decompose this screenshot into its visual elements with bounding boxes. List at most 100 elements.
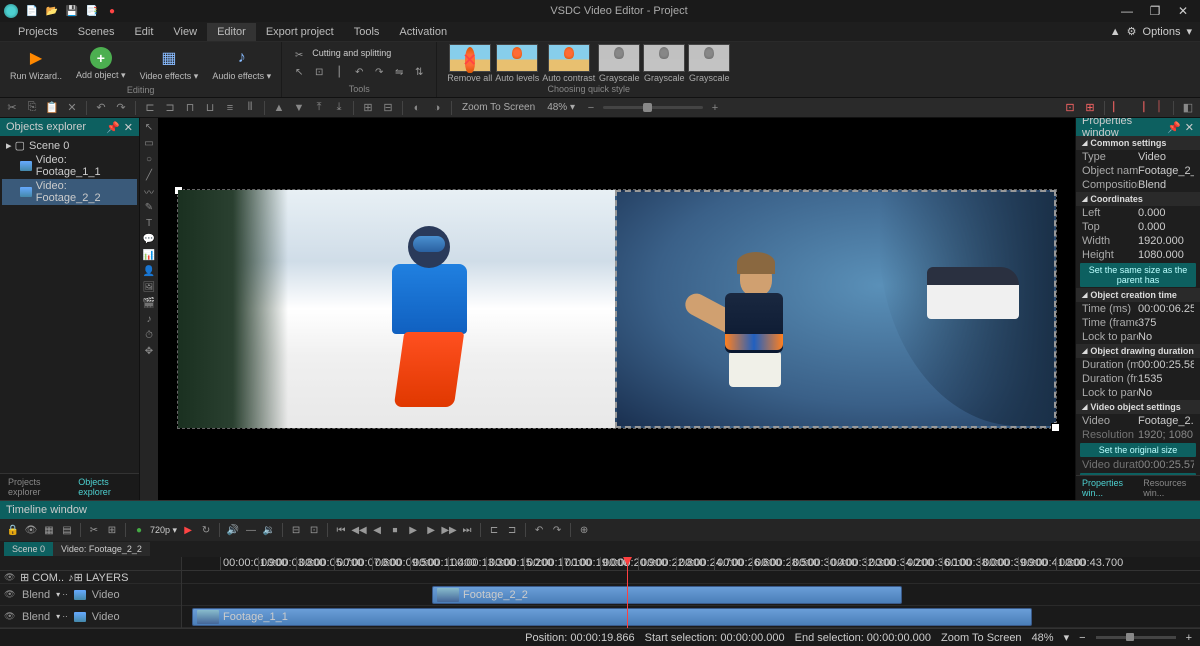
track-lane-1[interactable]: Footage_2_2 xyxy=(182,584,1200,606)
tb-redo[interactable]: ↷ xyxy=(113,100,129,116)
audio-effects-button[interactable]: ♪Audio effects ▾ xyxy=(208,44,275,84)
pin-icon[interactable]: 📌 xyxy=(1167,121,1181,134)
tb-delete[interactable]: ✕ xyxy=(64,100,80,116)
section-coords[interactable]: Coordinates xyxy=(1076,192,1200,206)
maximize-button[interactable]: ❐ xyxy=(1148,4,1162,18)
pin-icon[interactable]: 📌 xyxy=(106,121,120,134)
section-common[interactable]: Common settings xyxy=(1076,136,1200,150)
tab-objects-explorer[interactable]: Objects explorer xyxy=(70,474,139,500)
pv-image[interactable]: 🖼 xyxy=(142,280,156,294)
tb-order-2[interactable]: ▼ xyxy=(291,100,307,116)
menu-edit[interactable]: Edit xyxy=(124,23,163,41)
tab-projects-explorer[interactable]: Projects explorer xyxy=(0,474,70,500)
history-icon[interactable]: 📑 xyxy=(86,5,98,17)
tb-align-3[interactable]: ⊓ xyxy=(182,100,198,116)
tb-color[interactable]: ◧ xyxy=(1180,100,1196,116)
style-remove-all[interactable]: Remove all xyxy=(447,44,492,83)
timeline-tracks[interactable]: 00:00:01.90000:00:03.80000:00:05.70000:0… xyxy=(182,557,1200,628)
status-zoom-in[interactable]: + xyxy=(1186,632,1192,644)
track-header-1[interactable]: 👁 Blend ▾ ·· Video xyxy=(0,584,181,606)
style-auto-contrast[interactable]: Auto contrast xyxy=(542,44,595,83)
status-zoom-slider[interactable] xyxy=(1096,636,1176,639)
bc-scene[interactable]: Scene 0 xyxy=(4,542,53,556)
style-auto-levels[interactable]: Auto levels xyxy=(495,44,539,83)
run-wizard-button[interactable]: ▶Run Wizard.. xyxy=(6,44,66,84)
pv-person[interactable]: 👤 xyxy=(142,264,156,278)
clip-1[interactable]: Footage_2_2 xyxy=(432,586,902,604)
tree-scene[interactable]: ▸ ▢Scene 0 xyxy=(2,138,137,153)
tb-align-6[interactable]: ⫴ xyxy=(242,100,258,116)
track-header-2[interactable]: 👁 Blend ▾ ·· Video xyxy=(0,606,181,628)
tl-b4[interactable]: ⊟ xyxy=(289,523,303,537)
zoom-in-icon[interactable]: + xyxy=(707,100,723,116)
eye-icon[interactable]: 👁 xyxy=(4,572,16,583)
preview-canvas[interactable] xyxy=(158,118,1075,500)
pv-line[interactable]: ╱ xyxy=(142,168,156,182)
tl-m4[interactable]: ↷ xyxy=(550,523,564,537)
tb-marker-3[interactable]: ⏐ xyxy=(1151,100,1167,116)
pv-counter[interactable]: ⏱ xyxy=(142,328,156,342)
tb-paste[interactable]: 📋 xyxy=(44,100,60,116)
open-icon[interactable]: 📂 xyxy=(46,5,58,17)
pv-video[interactable]: 🎬 xyxy=(142,296,156,310)
menu-projects[interactable]: Projects xyxy=(8,23,68,41)
tl-m1[interactable]: ⊏ xyxy=(487,523,501,537)
style-grayscale-1[interactable]: Grayscale xyxy=(598,44,640,83)
section-draw[interactable]: Object drawing duration xyxy=(1076,344,1200,358)
tool-flip-h[interactable]: ⇋ xyxy=(392,65,406,79)
video-effects-button[interactable]: ▦Video effects ▾ xyxy=(136,44,203,84)
tl-res[interactable]: 720p ▾ xyxy=(150,525,177,536)
pv-move[interactable]: ✥ xyxy=(142,344,156,358)
tl-stop[interactable]: ⏹ xyxy=(388,523,402,537)
status-zoom-val[interactable]: 48% xyxy=(1032,632,1054,644)
tl-cut[interactable]: ✂ xyxy=(87,523,101,537)
pv-chart[interactable]: 📊 xyxy=(142,248,156,262)
tl-play[interactable]: ▶ xyxy=(181,523,195,537)
help-icon[interactable]: ▲ xyxy=(1110,26,1121,38)
record-icon[interactable]: ● xyxy=(106,5,118,17)
tl-b5[interactable]: ⊡ xyxy=(307,523,321,537)
save-icon[interactable]: 💾 xyxy=(66,5,78,17)
menu-export[interactable]: Export project xyxy=(256,23,344,41)
zoom-value[interactable]: 48% ▾ xyxy=(543,102,579,113)
tool-arrow[interactable]: ↖ xyxy=(292,65,306,79)
tb-rec[interactable]: ⊡ xyxy=(1062,100,1078,116)
pv-ellipse[interactable]: ○ xyxy=(142,152,156,166)
tl-loop[interactable]: ↻ xyxy=(199,523,213,537)
btn-same-size[interactable]: Set the same size as the parent has xyxy=(1080,263,1196,287)
eye-icon[interactable]: 👁 xyxy=(4,611,16,622)
pv-tooltip[interactable]: 💬 xyxy=(142,232,156,246)
tb-align-2[interactable]: ⊐ xyxy=(162,100,178,116)
head-com[interactable]: ⊞ COM.. xyxy=(20,571,64,584)
tb-order-3[interactable]: ⤒ xyxy=(311,100,327,116)
tl-mute[interactable]: 🔊 xyxy=(226,523,240,537)
style-grayscale-2[interactable]: Grayscale xyxy=(643,44,685,83)
tl-eye[interactable]: 👁 xyxy=(24,523,38,537)
tb-align-1[interactable]: ⊏ xyxy=(142,100,158,116)
tb-tool-a[interactable]: ◐ xyxy=(409,100,425,116)
tb-marker-1[interactable]: ⎸ xyxy=(1111,100,1127,116)
eye-icon[interactable]: 👁 xyxy=(4,589,16,600)
tb-align-5[interactable]: ≡ xyxy=(222,100,238,116)
menu-tools[interactable]: Tools xyxy=(344,23,390,41)
tb-undo[interactable]: ↶ xyxy=(93,100,109,116)
tool-rotate-left[interactable]: ↶ xyxy=(352,65,366,79)
tl-next[interactable]: ▶ xyxy=(424,523,438,537)
tl-m5[interactable]: ⊕ xyxy=(577,523,591,537)
btn-orig-size[interactable]: Set the original size xyxy=(1080,443,1196,457)
tl-lock[interactable]: 🔒 xyxy=(6,523,20,537)
status-zoom-out[interactable]: − xyxy=(1079,632,1085,644)
tab-properties[interactable]: Properties win... xyxy=(1076,476,1137,500)
tl-b3[interactable]: ⊞ xyxy=(105,523,119,537)
section-video[interactable]: Video object settings xyxy=(1076,400,1200,414)
zoom-out-icon[interactable]: − xyxy=(583,100,599,116)
tl-prev[interactable]: ◀ xyxy=(370,523,384,537)
tb-order-1[interactable]: ▲ xyxy=(271,100,287,116)
menu-scenes[interactable]: Scenes xyxy=(68,23,125,41)
tl-start[interactable]: ⏮ xyxy=(334,523,348,537)
menu-editor[interactable]: Editor xyxy=(207,23,256,41)
close-button[interactable]: ✕ xyxy=(1176,4,1190,18)
timeline-ruler[interactable]: 00:00:01.90000:00:03.80000:00:05.70000:0… xyxy=(182,557,1200,571)
tb-rec2[interactable]: ⊞ xyxy=(1082,100,1098,116)
tb-copy[interactable]: ⎘ xyxy=(24,100,40,116)
